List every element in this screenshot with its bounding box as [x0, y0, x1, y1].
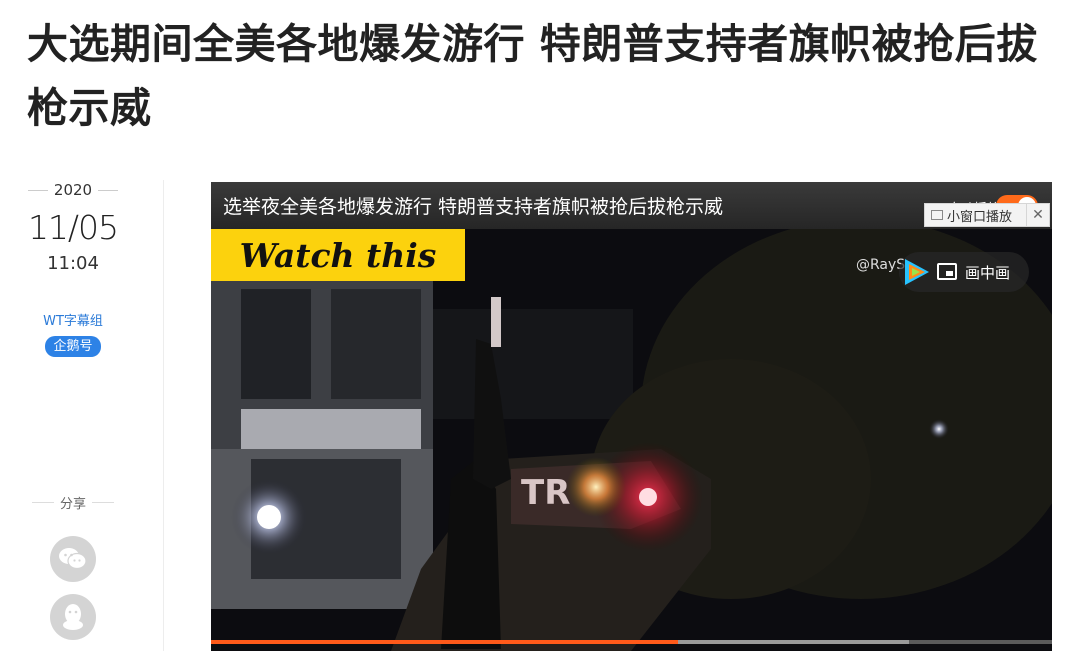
- video-title: 选举夜全美各地爆发游行 特朗普支持者旗帜被抢后拔枪示威: [223, 196, 724, 218]
- publish-year: 2020: [53, 181, 93, 199]
- progress-bar[interactable]: [211, 640, 1052, 644]
- share-label: 分享: [59, 497, 86, 512]
- video-watermark: @RayS: [856, 257, 906, 273]
- article-title: 大选期间全美各地爆发游行 特朗普支持者旗帜被抢后拔枪示威: [27, 20, 1038, 132]
- tencent-video-logo-icon: [905, 259, 929, 285]
- video-player[interactable]: TR 选举夜全美各地爆发游行 特朗普支持者旗帜被抢后拔枪示威 自动播放 Watc…: [211, 182, 1052, 651]
- qq-icon: [63, 604, 83, 630]
- publish-time: 11:04: [47, 253, 99, 274]
- mini-window-popup: 小窗口播放 ✕: [924, 203, 1050, 227]
- divider-line: [92, 502, 114, 503]
- close-icon[interactable]: ✕: [1026, 204, 1049, 226]
- share-qq-button[interactable]: [50, 594, 96, 640]
- author-link[interactable]: WT字幕组: [27, 310, 119, 329]
- divider-line: [31, 502, 54, 503]
- pip-button[interactable]: 画中画: [899, 252, 1029, 292]
- publish-date: 11/05: [27, 208, 119, 247]
- mini-window-button[interactable]: 小窗口播放: [947, 206, 1026, 225]
- year-row: 2020: [27, 178, 119, 202]
- svg-text:TR: TR: [521, 473, 570, 513]
- video-frame: TR: [211, 229, 1052, 651]
- share-wechat-button[interactable]: [50, 536, 96, 582]
- progress-played: [211, 640, 678, 644]
- watch-this-banner: Watch this: [211, 229, 465, 281]
- share-header: 分享: [27, 493, 119, 512]
- article-meta: 2020 11/05 11:04 WT字幕组 企鹅号: [27, 178, 119, 357]
- column-divider: [163, 180, 164, 651]
- divider-line: [27, 189, 48, 191]
- wechat-icon: [59, 548, 87, 570]
- divider-line: [98, 189, 119, 191]
- author-badge: 企鹅号: [45, 336, 101, 357]
- pip-label: 画中画: [965, 264, 1011, 282]
- picture-in-picture-icon: [937, 263, 957, 280]
- mini-window-icon: [931, 210, 943, 220]
